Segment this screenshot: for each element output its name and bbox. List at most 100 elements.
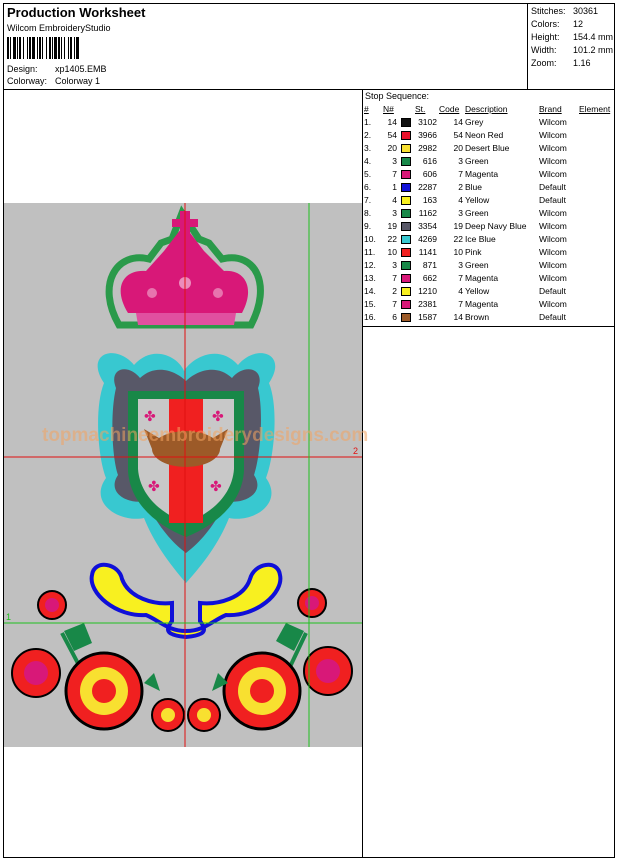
col-header-stitches: St. bbox=[415, 103, 426, 114]
row-needle: 22 bbox=[387, 233, 397, 244]
row-code: 14 bbox=[453, 116, 463, 127]
color-swatch-icon bbox=[401, 117, 411, 127]
table-row: 8. 3 1162 3 Green Wilcom bbox=[363, 206, 614, 219]
barcode-bar bbox=[79, 37, 81, 59]
svg-text:✤: ✤ bbox=[210, 479, 222, 495]
row-swatch bbox=[398, 154, 414, 167]
row-index: 9. bbox=[364, 220, 372, 231]
row-brand: Wilcom bbox=[539, 298, 567, 309]
software-name: Wilcom EmbroideryStudio bbox=[7, 23, 111, 33]
color-swatch-icon bbox=[401, 169, 411, 179]
row-index: 3. bbox=[364, 142, 372, 153]
row-description: Neon Red bbox=[465, 129, 504, 140]
row-description: Magenta bbox=[465, 272, 499, 283]
col-header-element: Element bbox=[579, 103, 611, 114]
width-label: Width: bbox=[531, 45, 557, 55]
row-brand: Wilcom bbox=[539, 272, 567, 283]
row-swatch bbox=[398, 297, 414, 310]
row-swatch bbox=[398, 128, 414, 141]
table-row: 9. 19 3354 19 Deep Navy Blue Wilcom bbox=[363, 219, 614, 232]
row-swatch bbox=[398, 206, 414, 219]
stitches-row: Stitches: 30361 bbox=[531, 6, 598, 16]
row-element bbox=[578, 167, 614, 180]
watermark-text: topmachineembroiderydesigns.com bbox=[42, 425, 369, 446]
row-code: 7 bbox=[458, 168, 463, 179]
row-stitches: 3354 bbox=[418, 220, 437, 231]
row-swatch bbox=[398, 167, 414, 180]
row-needle: 10 bbox=[387, 246, 397, 257]
table-row: 1. 14 3102 14 Grey Wilcom bbox=[363, 115, 614, 128]
row-code: 4 bbox=[458, 194, 463, 205]
row-stitches: 2381 bbox=[418, 298, 437, 309]
row-description: Desert Blue bbox=[465, 142, 510, 153]
row-stitches: 662 bbox=[422, 272, 437, 283]
height-row: Height: 154.4 mm bbox=[531, 32, 613, 42]
row-index: 13. bbox=[364, 272, 376, 283]
row-needle: 3 bbox=[392, 207, 397, 218]
table-row: 4. 3 616 3 Green Wilcom bbox=[363, 154, 614, 167]
design-preview-pane: ✤ ✤ ✤ ✤ 2 1 topmachineembroiderydesigns.… bbox=[4, 90, 368, 857]
row-element bbox=[578, 297, 614, 310]
row-element bbox=[578, 154, 614, 167]
row-index: 14. bbox=[364, 285, 376, 296]
design-stats-panel: Stitches: 30361 Colors: 12 Height: 154.4 mm… bbox=[527, 4, 615, 89]
row-code: 7 bbox=[458, 272, 463, 283]
table-row: 14. 2 1210 4 Yellow Default bbox=[363, 284, 614, 297]
stop-sequence-title: Stop Sequence: bbox=[365, 91, 430, 101]
design-value: xp1405.EMB bbox=[55, 64, 107, 74]
row-stitches: 606 bbox=[422, 168, 437, 179]
row-stitches: 871 bbox=[422, 259, 437, 270]
row-description: Magenta bbox=[465, 298, 499, 309]
col-header-description: Description bbox=[465, 103, 508, 114]
row-element bbox=[578, 193, 614, 206]
stitches-value: 30361 bbox=[573, 6, 599, 16]
row-description: Green bbox=[465, 155, 489, 166]
row-element bbox=[578, 206, 614, 219]
row-brand: Wilcom bbox=[539, 220, 567, 231]
colorway-label: Colorway: bbox=[7, 76, 48, 86]
row-needle: 7 bbox=[392, 272, 397, 283]
stop-sequence-panel: Stop Sequence: # N# St. Code Description… bbox=[363, 90, 614, 327]
width-row: Width: 101.2 mm bbox=[531, 45, 613, 55]
table-row: 6. 1 2287 2 Blue Default bbox=[363, 180, 614, 193]
table-row: 3. 20 2982 20 Desert Blue Wilcom bbox=[363, 141, 614, 154]
width-value: 101.2 mm bbox=[573, 45, 614, 55]
row-swatch bbox=[398, 310, 414, 323]
row-needle: 1 bbox=[392, 181, 397, 192]
row-description: Green bbox=[465, 259, 489, 270]
row-stitches: 1141 bbox=[418, 246, 437, 257]
table-row: 7. 4 163 4 Yellow Default bbox=[363, 193, 614, 206]
row-stitches: 3966 bbox=[418, 129, 437, 140]
row-code: 20 bbox=[453, 142, 463, 153]
color-swatch-icon bbox=[401, 299, 411, 309]
guide-marker-2: 2 bbox=[353, 446, 358, 456]
colors-value: 12 bbox=[573, 19, 584, 29]
row-code: 14 bbox=[453, 311, 463, 322]
row-element bbox=[578, 128, 614, 141]
row-description: Yellow bbox=[465, 194, 490, 205]
row-needle: 19 bbox=[387, 220, 397, 231]
row-code: 7 bbox=[458, 298, 463, 309]
row-needle: 7 bbox=[392, 168, 397, 179]
row-description: Deep Navy Blue bbox=[465, 220, 527, 231]
row-stitches: 1162 bbox=[418, 207, 437, 218]
row-swatch bbox=[398, 245, 414, 258]
row-swatch bbox=[398, 284, 414, 297]
row-code: 54 bbox=[453, 129, 463, 140]
row-brand: Default bbox=[539, 194, 566, 205]
rose-garland-motif bbox=[11, 588, 353, 732]
row-needle: 54 bbox=[387, 129, 397, 140]
row-description: Grey bbox=[465, 116, 484, 127]
zoom-row: Zoom: 1.16 bbox=[531, 58, 591, 68]
col-header-swatch bbox=[398, 102, 414, 115]
row-stitches: 616 bbox=[422, 155, 437, 166]
design-label: Design: bbox=[7, 64, 38, 74]
svg-text:✤: ✤ bbox=[212, 409, 224, 425]
row-element bbox=[578, 141, 614, 154]
table-row: 16. 6 1587 14 Brown Default bbox=[363, 310, 614, 323]
row-index: 10. bbox=[364, 233, 376, 244]
row-code: 3 bbox=[458, 207, 463, 218]
row-description: Pink bbox=[465, 246, 482, 257]
color-swatch-icon bbox=[401, 182, 411, 192]
row-index: 1. bbox=[364, 116, 372, 127]
